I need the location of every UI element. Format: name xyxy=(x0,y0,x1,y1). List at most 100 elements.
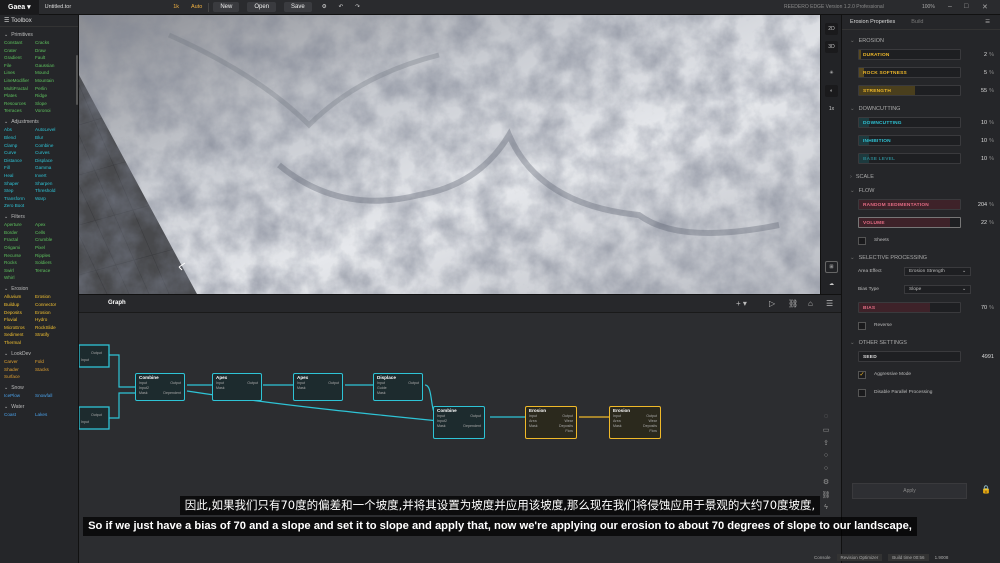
toolbox-node-item[interactable]: Ridge xyxy=(35,93,75,99)
view-2d-button[interactable]: 2D xyxy=(825,23,838,35)
toolbox-node-item[interactable]: Gaussian xyxy=(35,63,75,69)
prop-base-level[interactable]: BASE LEVEL 10% xyxy=(842,152,1000,165)
app-logo[interactable]: Gaea ▾ xyxy=(0,0,39,15)
open-button[interactable]: Open xyxy=(247,2,277,12)
toolbox-node-item[interactable]: Distance xyxy=(4,158,35,164)
area-effect-dropdown[interactable]: Erosion Strength ⌄ xyxy=(904,267,971,276)
toolbox-node-item[interactable]: Buildup xyxy=(4,302,35,308)
toolbox-node-item[interactable]: AutoLevel xyxy=(35,127,75,133)
minimize-icon[interactable]: – xyxy=(948,3,952,10)
section-downcutting[interactable]: ⌄ DOWNCUTTING xyxy=(842,102,1000,116)
input-port-label[interactable]: Mask xyxy=(529,424,538,429)
toolbox-category-header[interactable]: ⌄ Adjustments xyxy=(0,117,78,127)
toolbox-node-item[interactable]: Blur xyxy=(35,135,75,141)
render-icon[interactable]: ◐ xyxy=(825,85,838,97)
toolbox-node-item[interactable]: Fault xyxy=(35,55,75,61)
new-button[interactable]: New xyxy=(213,2,240,12)
toolbox-node-item[interactable]: Apex xyxy=(35,222,75,228)
revision-optimizer-button[interactable]: Revision Optimizer xyxy=(836,554,883,561)
toolbox-node-item[interactable]: Lines xyxy=(4,70,35,76)
output-port-label[interactable]: Output xyxy=(470,414,481,419)
toolbox-node-item[interactable]: Step xyxy=(4,188,35,194)
zoom-1x-button[interactable]: 1x xyxy=(825,103,838,115)
inhibition-slider[interactable]: INHIBITION xyxy=(858,135,961,146)
toolbox-node-item[interactable]: Erosion xyxy=(35,310,75,316)
graph-node-displace[interactable]: Displace Input Output Guide Mask xyxy=(373,373,423,401)
toolbox-node-item[interactable]: Blend xyxy=(4,135,35,141)
rock-softness-slider[interactable]: ROCK SOFTNESS xyxy=(858,67,961,78)
prop-reverse[interactable]: Reverse xyxy=(842,319,1000,332)
toolbox-node-item[interactable]: Slope xyxy=(35,101,75,107)
toolbox-node-item[interactable]: Rocks xyxy=(4,260,35,266)
toolbox-category-header[interactable]: ⌄ Snow xyxy=(0,383,78,393)
menu-icon[interactable]: ☰ xyxy=(985,19,990,25)
input-port-label[interactable]: Mask xyxy=(377,391,386,396)
toolbox-node-item[interactable]: Draw xyxy=(35,48,75,54)
toolbox-node-item[interactable]: Warp xyxy=(35,196,75,202)
grid-icon[interactable]: ⊞ xyxy=(825,261,838,273)
input-port-label[interactable]: Mask xyxy=(297,386,306,391)
cloud-icon[interactable]: ☁ xyxy=(825,278,838,290)
view-3d-button[interactable]: 3D xyxy=(825,41,838,53)
prop-disable-parallel[interactable]: Disable Parallel Processing xyxy=(842,386,1000,399)
toolbox-node-item[interactable]: Shader xyxy=(4,367,35,373)
toolbox-node-item[interactable]: Fractal xyxy=(4,237,35,243)
console-button[interactable]: Console xyxy=(814,555,831,560)
toolbox-node-item[interactable]: Clamp xyxy=(4,143,35,149)
section-flow[interactable]: ⌄ FLOW xyxy=(842,184,1000,198)
seed-field[interactable]: SEED xyxy=(858,351,961,362)
prop-random-sedimentation[interactable]: RANDOM SEDIMENTATION 204% xyxy=(842,198,1000,211)
toolbox-node-item[interactable]: Snowfall xyxy=(35,393,75,399)
duration-slider[interactable]: DURATION xyxy=(858,49,961,60)
output-port-label[interactable]: Output xyxy=(247,381,258,386)
section-selective-processing[interactable]: ⌄ SELECTIVE PROCESSING xyxy=(842,251,1000,265)
graph-node-combine[interactable]: Combine Input Output Input2 Mask Dependent xyxy=(433,406,485,439)
output-port-label[interactable]: Output xyxy=(328,381,339,386)
toolbox-node-item[interactable]: Gamma xyxy=(35,165,75,171)
toolbox-category-header[interactable]: ⌄ Filters xyxy=(0,212,78,222)
build-mode-select[interactable]: Auto xyxy=(185,4,208,10)
frame-icon[interactable]: ▭ xyxy=(819,426,833,439)
prop-strength[interactable]: STRENGTH 55% xyxy=(842,84,1000,97)
toolbox-node-item[interactable]: Stacks xyxy=(35,367,75,373)
export-icon[interactable]: ⇪ xyxy=(819,439,833,452)
toolbox-node-item[interactable]: Thermal xyxy=(4,340,35,346)
toolbox-node-item[interactable]: Cells xyxy=(35,230,75,236)
toolbox-node-item[interactable]: Terraces xyxy=(4,108,35,114)
bias-slider[interactable]: BIAS xyxy=(858,302,961,313)
toolbox-category-header[interactable]: ⌄ Primitives xyxy=(0,30,78,40)
toolbox-category-header[interactable]: ⌄ LookDev xyxy=(0,349,78,359)
toolbox-node-item[interactable]: RockSlide xyxy=(35,325,75,331)
toolbox-node-item[interactable]: Alluvium xyxy=(4,294,35,300)
input-port-label[interactable]: Mask xyxy=(613,424,622,429)
input-port-label[interactable]: Mask xyxy=(437,424,446,429)
output-port-label[interactable]: Dependent xyxy=(463,424,481,429)
toolbox-node-item[interactable]: MicroEros xyxy=(4,325,35,331)
toolbox-category-header[interactable]: ⌄ Water xyxy=(0,402,78,412)
terrain-viewport[interactable] xyxy=(79,15,820,294)
tab-erosion-properties[interactable]: Erosion Properties xyxy=(842,19,903,25)
aggressive-mode-checkbox[interactable]: ✓ xyxy=(858,370,866,379)
toolbox-node-item[interactable]: Heal xyxy=(4,173,35,179)
circle-icon[interactable]: ○ xyxy=(819,452,833,465)
toolbox-node-item[interactable]: Mountain xyxy=(35,78,75,84)
toolbox-node-item[interactable]: Origami xyxy=(4,245,35,251)
output-port-label[interactable]: Flow xyxy=(565,429,573,434)
toolbox-node-item[interactable]: Border xyxy=(4,230,35,236)
prop-aggressive-mode[interactable]: ✓ Aggressive Mode xyxy=(842,368,1000,381)
toolbox-node-item[interactable]: Lakes xyxy=(35,412,75,418)
disable-parallel-checkbox[interactable] xyxy=(858,388,866,397)
toolbox-node-item[interactable]: Recurse xyxy=(4,253,35,259)
output-port-label[interactable]: Dependent xyxy=(163,391,181,396)
toolbox-node-item[interactable]: Curves xyxy=(35,150,75,156)
toolbox-node-item[interactable]: Hydro xyxy=(35,317,75,323)
redo-icon[interactable]: ↷ xyxy=(349,4,366,10)
file-name[interactable]: Untitled.tor xyxy=(39,4,78,10)
volume-slider[interactable]: VOLUME xyxy=(858,217,961,228)
section-other-settings[interactable]: ⌄ OTHER SETTINGS xyxy=(842,336,1000,350)
graph-node-erosion[interactable]: Erosion Input Output Area Wear Mask Deposits Fl… xyxy=(525,406,577,439)
toolbox-node-item[interactable]: Displace xyxy=(35,158,75,164)
light-icon[interactable]: ✳ xyxy=(825,67,838,79)
menu-icon[interactable]: ☰ xyxy=(4,17,9,24)
toolbox-node-item[interactable]: Curve xyxy=(4,150,35,156)
